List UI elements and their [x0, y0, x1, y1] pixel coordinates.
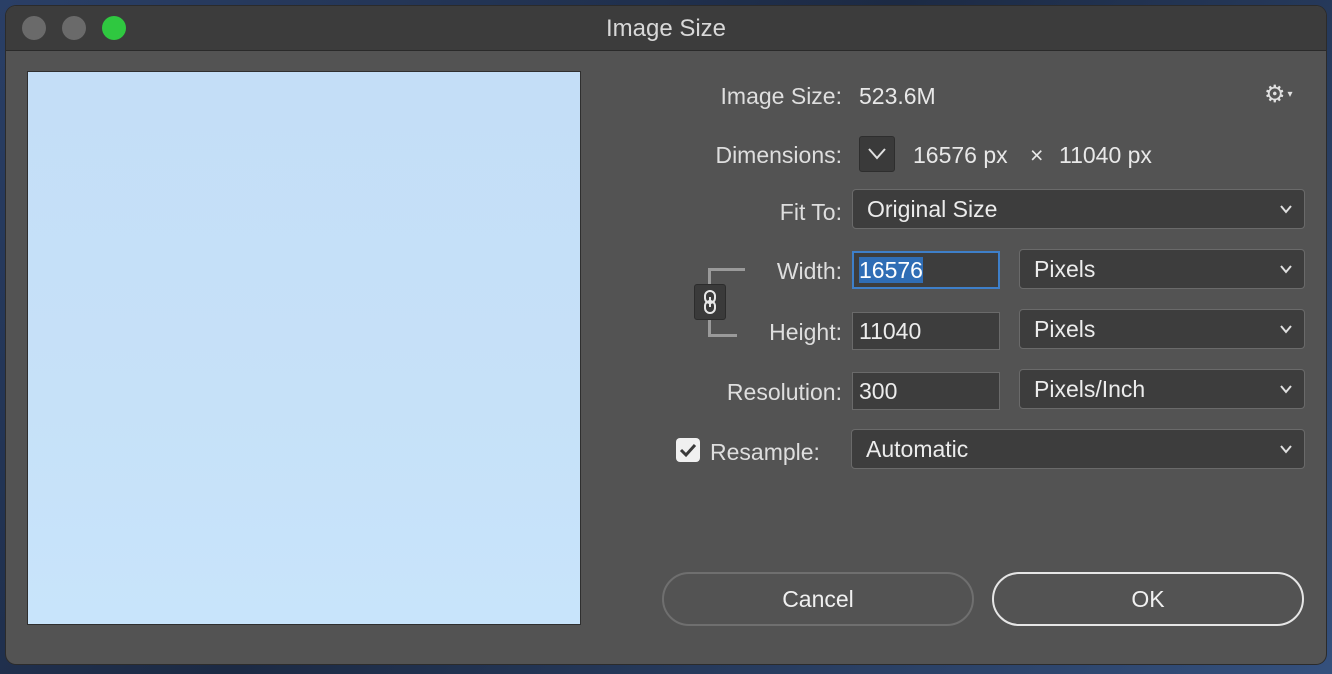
cancel-button[interactable]: Cancel — [662, 572, 974, 626]
chevron-down-icon — [1280, 385, 1292, 394]
resample-label: Resample: — [710, 439, 820, 465]
dimensions-height-value: 11040 px — [1059, 142, 1152, 168]
chevron-down-icon — [1280, 205, 1292, 214]
resolution-input-value: 300 — [859, 378, 898, 404]
gear-icon: ⚙ — [1264, 81, 1286, 108]
resample-checkbox[interactable] — [676, 438, 700, 462]
title-bar: Image Size — [6, 6, 1326, 51]
dimensions-width-value: 16576 px — [913, 142, 1008, 168]
dimensions-units-dropdown[interactable] — [859, 136, 895, 172]
fit-to-label: Fit To: — [779, 199, 842, 225]
width-input[interactable]: 16576 — [852, 251, 1000, 289]
chevron-down-icon — [1280, 265, 1292, 274]
chevron-down-icon — [1280, 325, 1292, 334]
constrain-proportions-toggle[interactable] — [694, 284, 726, 320]
height-label: Height: — [769, 319, 842, 345]
height-unit-selected: Pixels — [1034, 316, 1096, 342]
height-unit-dropdown[interactable]: Pixels — [1019, 309, 1305, 349]
resolution-unit-selected: Pixels/Inch — [1034, 376, 1146, 402]
width-input-value: 16576 — [859, 257, 923, 283]
ok-button[interactable]: OK — [992, 572, 1304, 626]
width-unit-selected: Pixels — [1034, 256, 1096, 282]
window-title: Image Size — [605, 15, 727, 42]
resolution-label: Resolution: — [726, 379, 842, 405]
width-label: Width: — [776, 258, 842, 284]
chevron-down-icon — [1280, 445, 1292, 454]
dimensions-label: Dimensions: — [715, 142, 842, 168]
chevron-down-icon — [868, 148, 886, 160]
height-input-value: 11040 — [859, 318, 922, 344]
image-size-value: 523.6M — [859, 83, 936, 109]
link-icon — [704, 290, 716, 314]
fit-to-selected: Original Size — [867, 196, 998, 222]
fit-to-dropdown[interactable]: Original Size — [852, 189, 1305, 229]
width-unit-dropdown[interactable]: Pixels — [1019, 249, 1305, 289]
image-size-label: Image Size: — [720, 83, 842, 109]
resample-method-selected: Automatic — [866, 436, 969, 462]
chevron-down-icon: ▾ — [1287, 89, 1293, 100]
image-preview[interactable] — [27, 71, 581, 625]
resolution-unit-dropdown[interactable]: Pixels/Inch — [1019, 369, 1305, 409]
settings-menu-button[interactable]: ⚙ ▾ — [1264, 81, 1304, 109]
resolution-input[interactable]: 300 — [852, 372, 1000, 410]
resample-method-dropdown[interactable]: Automatic — [851, 429, 1305, 469]
dimensions-times-sign: × — [1030, 142, 1044, 168]
checkmark-icon — [679, 443, 697, 458]
image-size-dialog: Image Size Image Size: 523.6M ⚙ ▾ Dimensi… — [6, 6, 1326, 664]
height-input[interactable]: 11040 — [852, 312, 1000, 350]
